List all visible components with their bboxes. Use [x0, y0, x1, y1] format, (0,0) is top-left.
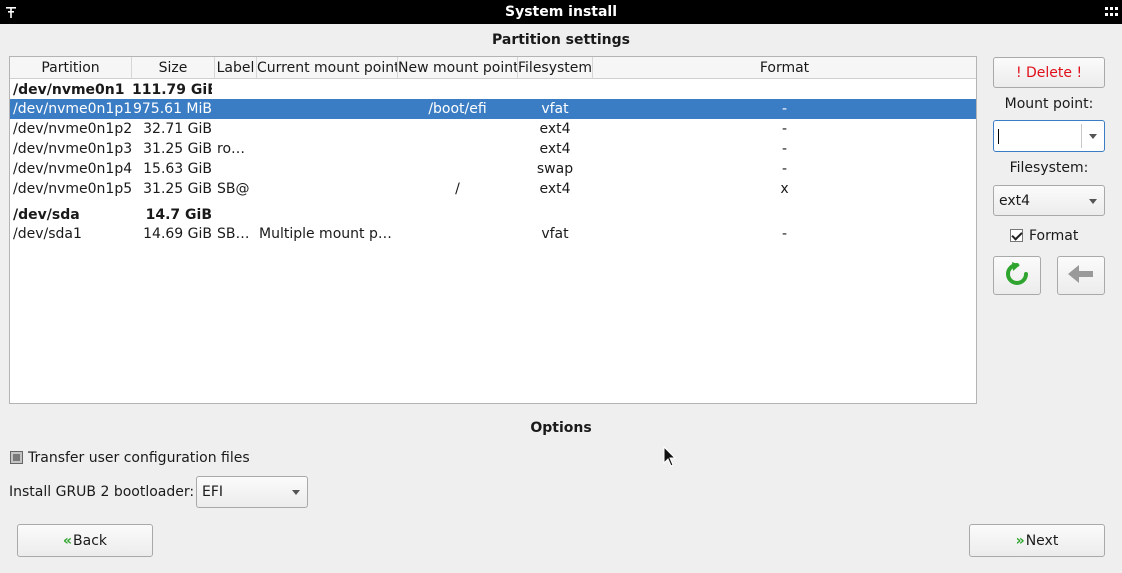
cell-partition: /dev/nvme0n1p2	[13, 121, 132, 137]
delete-button[interactable]: ! Delete !	[993, 57, 1105, 88]
table-row-selected[interactable]: /dev/nvme0n1p1 975.61 MiB /boot/efi vfat…	[10, 99, 976, 119]
grub-value: EFI	[202, 484, 224, 500]
cell-partition: /dev/nvme0n1p3	[13, 141, 132, 157]
cell-size: 14.7 GiB	[145, 207, 212, 223]
back-button[interactable]: «Back	[17, 524, 153, 557]
cell-filesystem: ext4	[539, 141, 571, 157]
cell-partition: /dev/nvme0n1p1	[13, 101, 132, 117]
cell-partition: /dev/sda1	[13, 226, 82, 242]
cell-format: -	[781, 121, 788, 137]
cell-partition: /dev/nvme0n1p5	[13, 181, 132, 197]
cell-size: 31.25 GiB	[143, 141, 212, 157]
revert-button[interactable]	[1057, 256, 1105, 295]
table-row[interactable]: /dev/nvme0n1p5 31.25 GiB SB@ / ext4 x	[10, 179, 976, 199]
partition-table[interactable]: Partition Size Label Current mount point…	[9, 56, 977, 404]
filesystem-select[interactable]: ext4	[993, 185, 1105, 216]
grub-label: Install GRUB 2 bootloader:	[9, 484, 195, 500]
cell-label: SB…	[217, 226, 250, 242]
refresh-icon	[1006, 261, 1028, 285]
text-caret	[998, 129, 999, 144]
cell-filesystem: vfat	[541, 101, 569, 117]
format-label: Format	[1029, 228, 1079, 244]
table-row[interactable]: /dev/nvme0n1p2 32.71 GiB ext4 -	[10, 119, 976, 139]
table-row[interactable]: /dev/nvme0n1 111.79 GiB	[10, 80, 976, 100]
transfer-config-label: Transfer user configuration files	[28, 450, 250, 466]
next-label: Next	[1025, 533, 1059, 549]
cell-new-mount	[398, 159, 517, 179]
partition-settings-title: Partition settings	[491, 32, 630, 48]
arrow-left-icon	[1068, 264, 1093, 283]
cell-label: SB@	[217, 181, 250, 197]
format-checkbox[interactable]	[1010, 229, 1023, 242]
cell-label	[217, 119, 257, 139]
mount-point-label: Mount point:	[1004, 96, 1094, 112]
cell-filesystem: ext4	[539, 181, 571, 197]
cell-size: 111.79 GiB	[132, 82, 212, 98]
cell-current-mount	[259, 139, 397, 159]
cell-current-mount	[259, 119, 397, 139]
cell-label	[217, 99, 257, 119]
mouse-cursor-icon	[663, 446, 677, 467]
cell-current-mount	[259, 159, 397, 179]
table-row[interactable]: /dev/nvme0n1p4 15.63 GiB swap -	[10, 159, 976, 179]
chevron-down-icon	[292, 490, 300, 495]
cell-partition: /dev/nvme0n1	[13, 82, 125, 98]
cell-size: 15.63 GiB	[143, 161, 212, 177]
apply-button[interactable]	[993, 256, 1041, 295]
cell-new-mount: /	[455, 181, 460, 197]
table-header: Partition Size Label Current mount point…	[10, 57, 976, 79]
combo-separator	[1081, 124, 1082, 148]
cell-current-mount	[259, 99, 397, 119]
cell-label	[217, 159, 257, 179]
cell-format: -	[781, 161, 788, 177]
cell-size: 14.69 GiB	[143, 226, 212, 242]
table-row[interactable]: /dev/sda 14.7 GiB	[10, 205, 976, 225]
cell-new-mount	[398, 224, 517, 244]
double-chevron-left-icon: «	[62, 533, 72, 549]
cell-format: x	[780, 181, 789, 197]
cell-filesystem: swap	[536, 161, 574, 177]
grub-select[interactable]: EFI	[196, 476, 308, 508]
cell-format: -	[781, 141, 788, 157]
column-header-partition[interactable]: Partition	[10, 57, 132, 79]
column-header-current-mount[interactable]: Current mount point	[257, 57, 398, 79]
cell-filesystem: vfat	[541, 226, 569, 242]
cell-current-mount: Multiple mount p…	[259, 226, 392, 242]
double-chevron-right-icon: »	[1015, 533, 1025, 549]
table-row[interactable]: /dev/sda1 14.69 GiB SB… Multiple mount p…	[10, 224, 976, 244]
window-title: System install	[504, 4, 618, 20]
cell-size: 975.61 MiB	[132, 101, 212, 117]
chevron-down-icon	[1089, 199, 1097, 204]
cell-partition: /dev/nvme0n1p4	[13, 161, 132, 177]
transfer-config-checkbox[interactable]	[10, 451, 23, 464]
filesystem-value: ext4	[999, 193, 1031, 209]
column-header-format[interactable]: Format	[593, 57, 976, 79]
cell-size: 32.71 GiB	[143, 121, 212, 137]
options-title: Options	[530, 420, 592, 436]
chevron-down-icon[interactable]	[1089, 134, 1097, 139]
mount-point-combo[interactable]	[993, 120, 1105, 152]
cell-format: -	[781, 226, 788, 242]
cell-partition: /dev/sda	[13, 207, 80, 223]
cell-size: 31.25 GiB	[143, 181, 212, 197]
column-header-new-mount[interactable]: New mount point	[398, 57, 518, 79]
column-header-size[interactable]: Size	[132, 57, 215, 79]
column-header-label[interactable]: Label	[215, 57, 257, 79]
back-label: Back	[73, 533, 108, 549]
cell-label: ro…	[217, 141, 246, 157]
cell-new-mount: /boot/efi	[428, 101, 487, 117]
cell-current-mount	[259, 179, 397, 199]
table-row[interactable]: /dev/nvme0n1p3 31.25 GiB ro… ext4 -	[10, 139, 976, 159]
filesystem-label: Filesystem:	[1009, 160, 1089, 176]
next-button[interactable]: » Next	[969, 524, 1105, 557]
cell-new-mount	[398, 139, 517, 159]
cell-format: -	[781, 101, 788, 117]
cell-filesystem: ext4	[539, 121, 571, 137]
cell-new-mount	[398, 119, 517, 139]
title-bar: System install	[0, 0, 1122, 24]
column-header-filesystem[interactable]: Filesystem	[518, 57, 593, 79]
menu-grid-icon[interactable]	[1105, 7, 1118, 17]
